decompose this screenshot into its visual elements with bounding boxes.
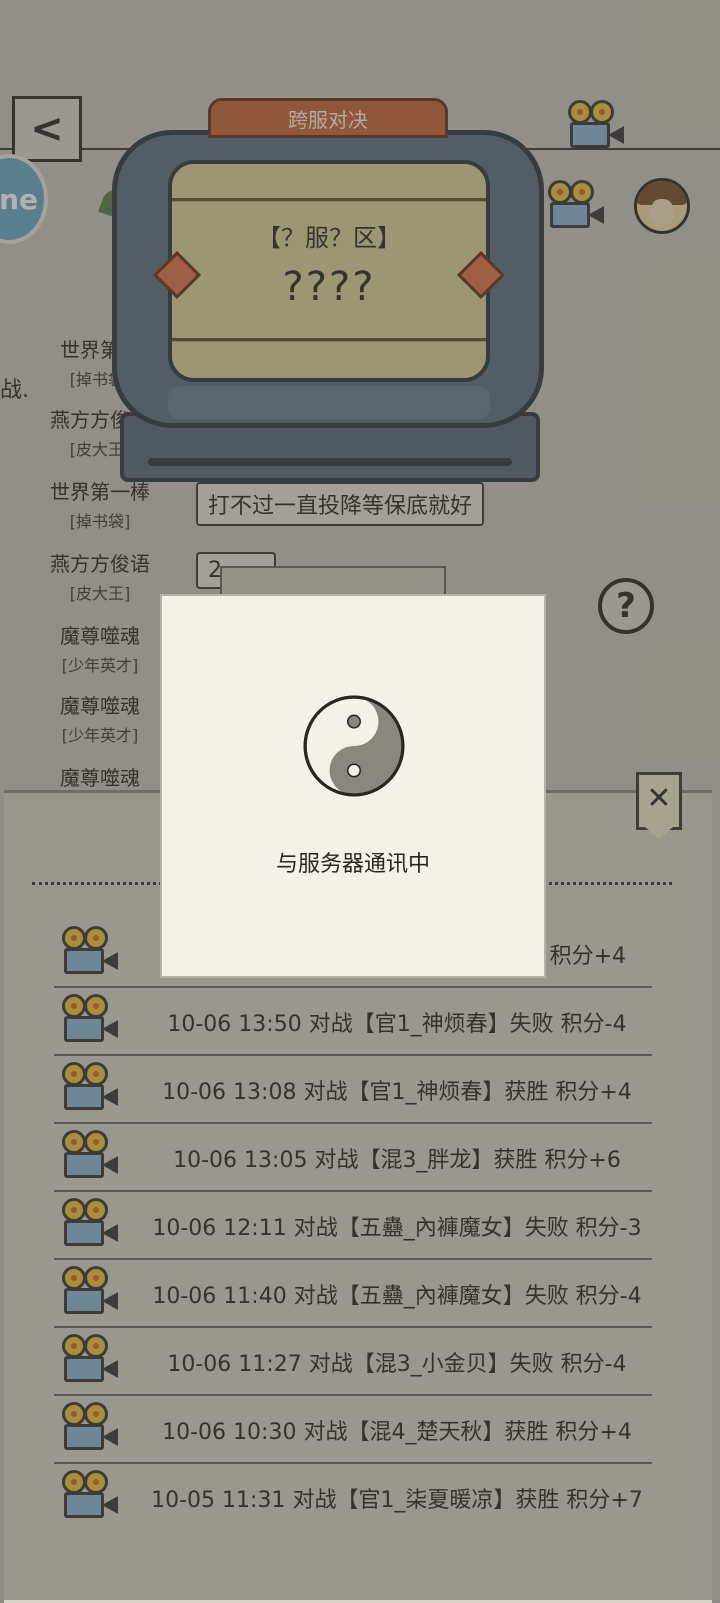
loading-message: 与服务器通讯中 xyxy=(275,852,430,877)
yin-yang-icon xyxy=(303,695,405,797)
